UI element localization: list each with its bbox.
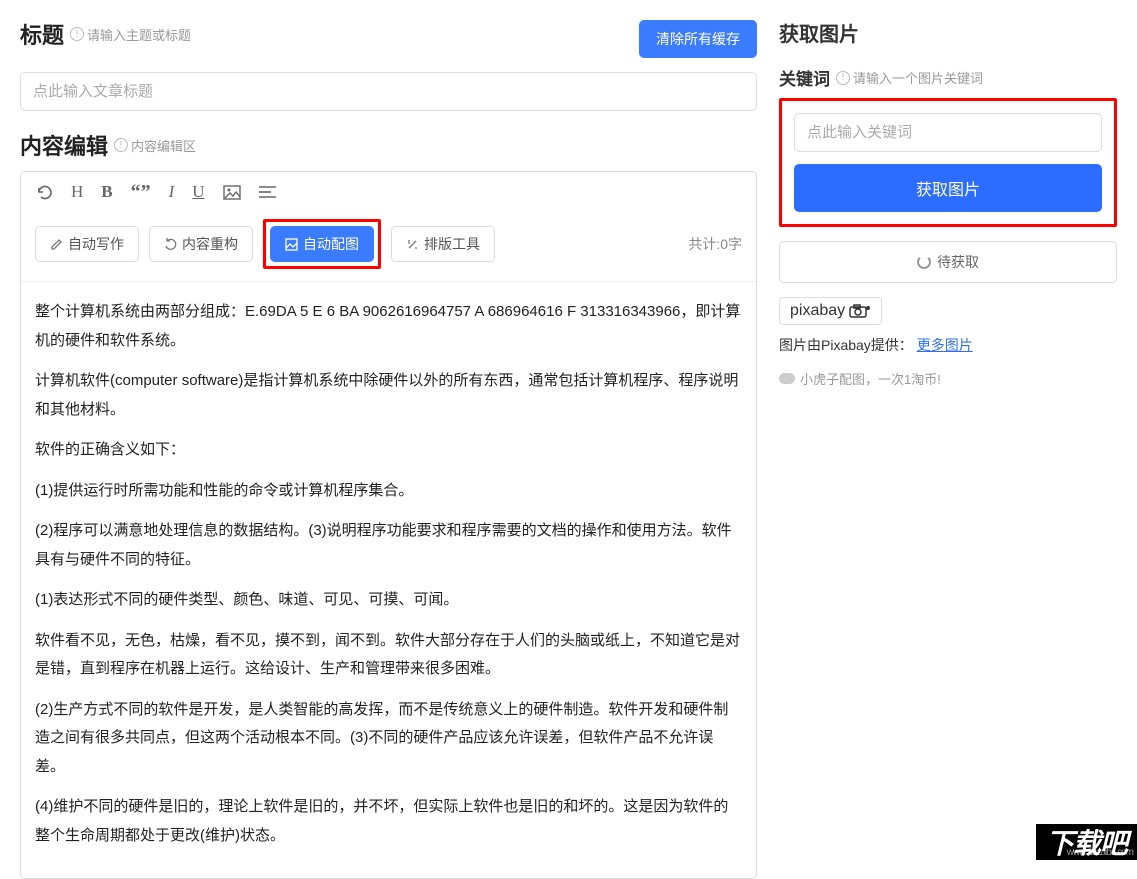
cloud-icon: [779, 373, 795, 384]
format-toolbar: H B “” I U: [21, 172, 756, 213]
image-credit: 图片由Pixabay提供： 更多图片: [779, 335, 1117, 355]
watermark-url: www.xiazaiba.com: [1067, 848, 1133, 858]
camera-icon: [849, 304, 871, 318]
keyword-input[interactable]: [794, 113, 1102, 152]
content-hint: ! 内容编辑区: [114, 136, 196, 155]
pencil-icon: [50, 238, 63, 251]
layout-tool-button[interactable]: 排版工具: [391, 226, 495, 262]
paragraph: (2)生产方式不同的软件是开发，是人类智能的高发挥，而不是传统意义上的硬件制造。…: [35, 696, 742, 782]
undo-icon[interactable]: [35, 184, 53, 200]
paragraph: 软件看不见，无色，枯燥，看不见，摸不到，闻不到。软件大部分存在于人们的头脑或纸上…: [35, 627, 742, 684]
fetch-image-title: 获取图片: [779, 18, 1117, 47]
paragraph: (1)提供运行时所需功能和性能的命令或计算机程序集合。: [35, 477, 742, 506]
footer-note: 小虎子配图，一次1淘币!: [779, 369, 1117, 388]
paragraph: 整个计算机系统由两部分组成：E.69DA 5 E 6 BA 9062616964…: [35, 298, 742, 355]
title-hint: ! 请输入主题或标题: [70, 25, 191, 44]
keyword-label: 关键词: [779, 65, 830, 90]
info-icon: !: [70, 27, 84, 41]
auto-image-button[interactable]: 自动配图: [270, 226, 374, 262]
keyword-highlight-box: 获取图片: [779, 98, 1117, 227]
editor-box: H B “” I U 自动写作 内容重: [20, 171, 757, 879]
auto-write-button[interactable]: 自动写作: [35, 226, 139, 262]
wand-icon: [406, 238, 419, 251]
info-icon: !: [114, 138, 128, 152]
align-icon[interactable]: [259, 185, 276, 199]
italic-icon[interactable]: I: [169, 182, 175, 202]
watermark: 下载吧 www.xiazaiba.com: [1036, 824, 1137, 860]
content-reconstruct-button[interactable]: 内容重构: [149, 226, 253, 262]
pixabay-badge: pixabay: [779, 297, 882, 325]
bold-icon[interactable]: B: [101, 182, 112, 202]
image-icon[interactable]: [223, 185, 241, 200]
image-fetch-column: 获取图片 关键词 ! 请输入一个图片关键词 获取图片 待获取 pixabay: [779, 18, 1117, 842]
keyword-hint: ! 请输入一个图片关键词: [836, 68, 983, 87]
underline-icon[interactable]: U: [192, 182, 204, 202]
paragraph: 软件的正确含义如下：: [35, 436, 742, 465]
title-header-row: 标题 ! 请输入主题或标题 清除所有缓存: [20, 18, 757, 60]
title-section-label: 标题: [20, 18, 64, 50]
paragraph: (1)表达形式不同的硬件类型、颜色、味道、可见、可摸、可闻。: [35, 586, 742, 615]
action-toolbar: 自动写作 内容重构 自动配图 排版工具 共计:0字: [21, 213, 756, 282]
auto-image-highlight: 自动配图: [263, 219, 381, 269]
heading-icon[interactable]: H: [71, 182, 83, 202]
loading-icon: [917, 255, 931, 269]
clear-cache-button[interactable]: 清除所有缓存: [639, 20, 757, 58]
content-section-label: 内容编辑: [20, 129, 108, 161]
main-editor-column: 标题 ! 请输入主题或标题 清除所有缓存 内容编辑 ! 内容编辑区: [20, 18, 757, 842]
word-count: 共计:0字: [688, 234, 742, 254]
refresh-icon: [164, 238, 177, 251]
fetch-image-button[interactable]: 获取图片: [794, 164, 1102, 212]
info-icon: !: [836, 71, 850, 85]
pending-status: 待获取: [779, 241, 1117, 283]
picture-icon: [285, 238, 298, 251]
paragraph: 计算机软件(computer software)是指计算机系统中除硬件以外的所有…: [35, 367, 742, 424]
more-images-link[interactable]: 更多图片: [917, 337, 973, 353]
quote-icon[interactable]: “”: [131, 187, 151, 197]
article-title-input[interactable]: [20, 72, 757, 111]
editor-content[interactable]: 整个计算机系统由两部分组成：E.69DA 5 E 6 BA 9062616964…: [21, 282, 756, 878]
paragraph: (2)程序可以满意地处理信息的数据结构。(3)说明程序功能要求和程序需要的文档的…: [35, 517, 742, 574]
paragraph: (4)维护不同的硬件是旧的，理论上软件是旧的，并不坏，但实际上软件也是旧的和坏的…: [35, 793, 742, 850]
keyword-header: 关键词 ! 请输入一个图片关键词: [779, 65, 1117, 90]
